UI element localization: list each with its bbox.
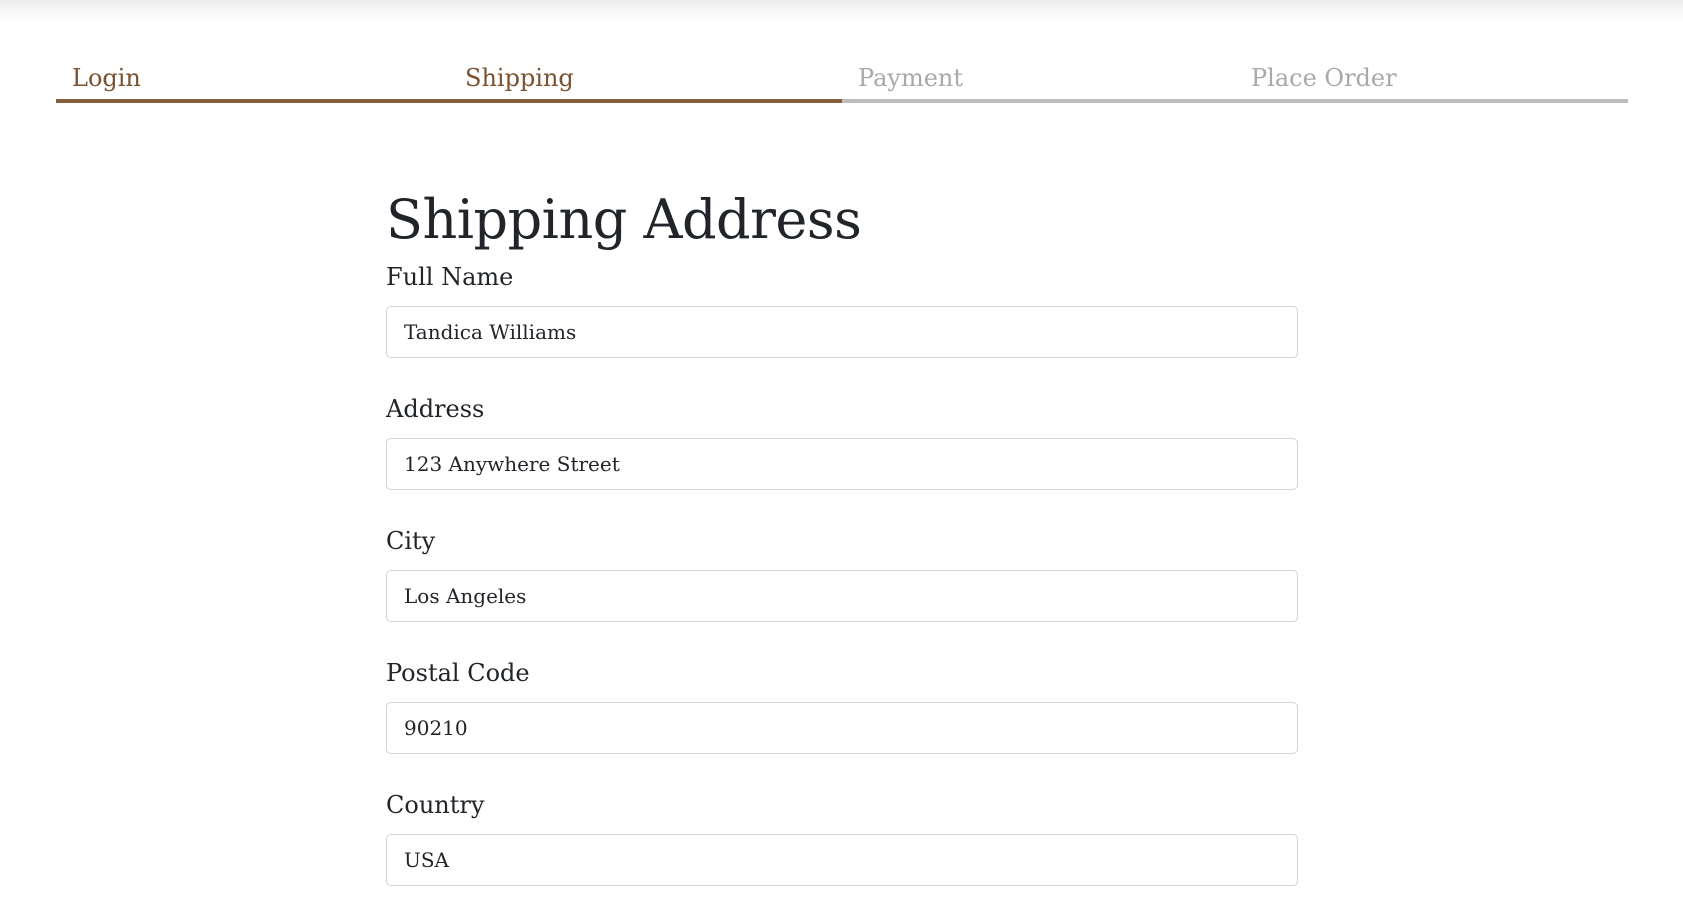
- step-login[interactable]: Login: [56, 58, 449, 106]
- full-name-group: Full Name: [386, 260, 1298, 358]
- postal-code-label: Postal Code: [386, 659, 530, 687]
- step-login-progress-bar: [56, 99, 449, 103]
- step-shipping[interactable]: Shipping: [449, 58, 842, 106]
- step-shipping-label: Shipping: [465, 64, 574, 92]
- step-login-label: Login: [72, 64, 141, 92]
- step-payment: Payment: [842, 58, 1235, 106]
- step-place-order-label: Place Order: [1251, 64, 1397, 92]
- shipping-form-container: Shipping Address Full Name Address City …: [386, 182, 1298, 920]
- step-payment-label: Payment: [858, 64, 963, 92]
- full-name-input[interactable]: [386, 306, 1298, 358]
- step-shipping-progress-bar: [449, 99, 842, 103]
- country-input[interactable]: [386, 834, 1298, 886]
- postal-code-input[interactable]: [386, 702, 1298, 754]
- country-group: Country: [386, 788, 1298, 886]
- step-payment-progress-bar: [842, 99, 1235, 103]
- header-shadow: [0, 0, 1683, 22]
- step-place-order: Place Order: [1235, 58, 1628, 106]
- address-input[interactable]: [386, 438, 1298, 490]
- shipping-form: Full Name Address City Postal Code Count…: [386, 260, 1298, 886]
- page-title: Shipping Address: [386, 188, 862, 251]
- postal-code-group: Postal Code: [386, 656, 1298, 754]
- address-label: Address: [386, 395, 485, 423]
- checkout-steps: Login Shipping Payment Place Order: [56, 58, 1628, 106]
- country-label: Country: [386, 791, 485, 819]
- full-name-label: Full Name: [386, 263, 514, 291]
- city-input[interactable]: [386, 570, 1298, 622]
- city-label: City: [386, 527, 436, 555]
- step-place-order-progress-bar: [1235, 99, 1628, 103]
- city-group: City: [386, 524, 1298, 622]
- address-group: Address: [386, 392, 1298, 490]
